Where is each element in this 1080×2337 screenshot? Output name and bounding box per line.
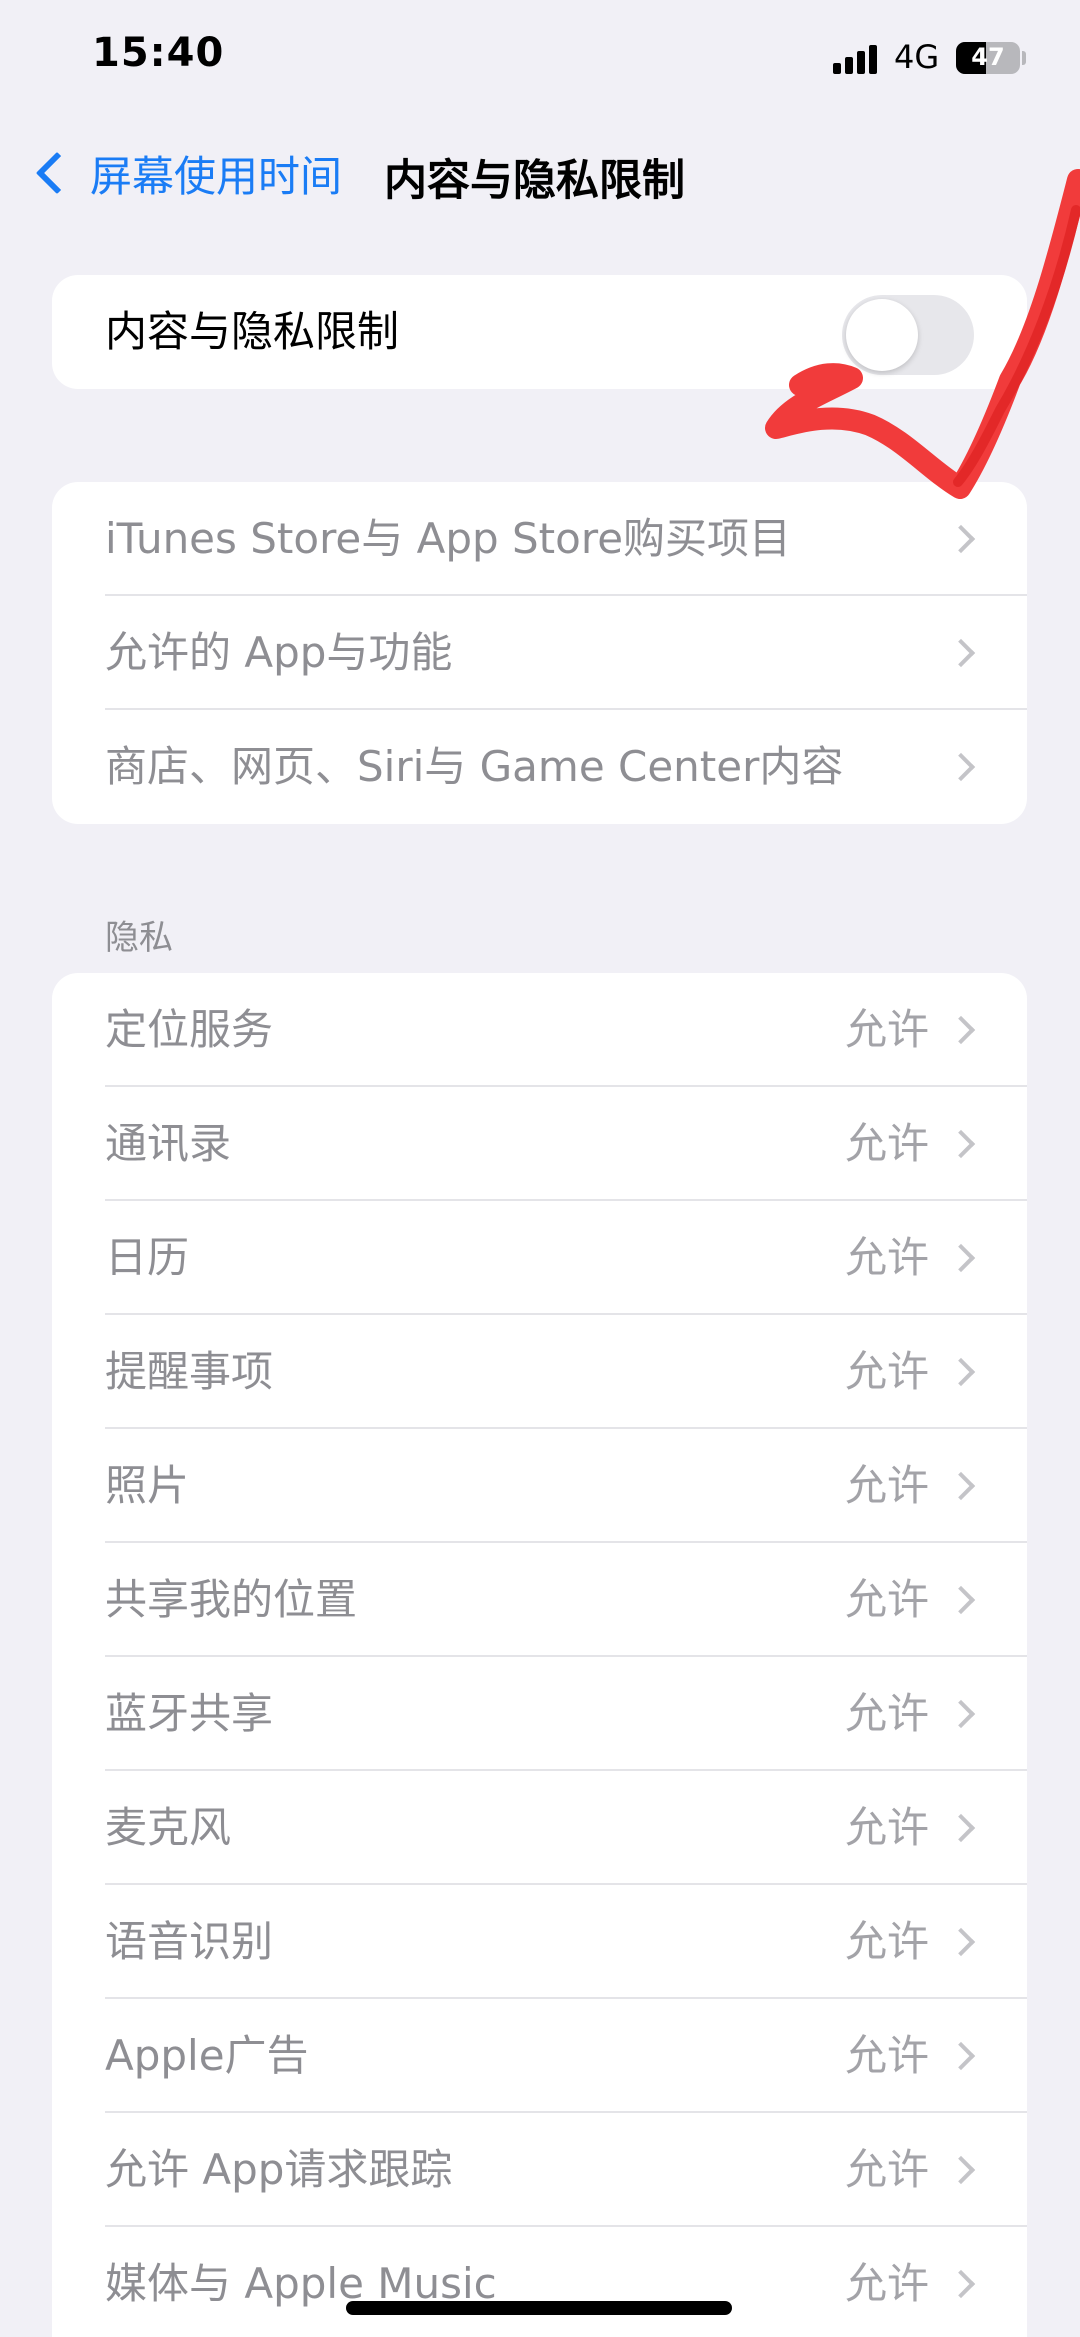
list-item[interactable]: 允许 App请求跟踪 允许 [52,2113,1027,2227]
chevron-right-icon [946,1129,976,1159]
item-label: 麦克风 [105,1803,232,1852]
item-value: 允许 [844,2259,929,2308]
screen: 15:40 4G 47 屏幕使用时间 内容与隐私限制 内容与隐私限制 iTune… [0,0,1080,2337]
item-label: 照片 [105,1461,190,1510]
item-value: 允许 [844,1347,929,1396]
item-value: 允许 [844,2145,929,2194]
list-item[interactable]: 共享我的位置 允许 [52,1543,1027,1657]
section-header-privacy: 隐私 [105,918,173,958]
list-item[interactable]: 照片 允许 [52,1429,1027,1543]
item-value: 允许 [844,1005,929,1054]
home-indicator[interactable] [346,2301,732,2315]
item-value: 允许 [844,1233,929,1282]
item-value: 允许 [844,2031,929,2080]
item-label: 蓝牙共享 [105,1689,274,1738]
master-toggle-label: 内容与隐私限制 [105,307,400,356]
battery-level: 47 [971,43,1005,71]
item-label: 共享我的位置 [105,1575,358,1624]
list-item[interactable]: iTunes Store与 App Store购买项目 [52,482,1027,596]
chevron-right-icon [946,1813,976,1843]
list-item[interactable]: 媒体与 Apple Music 允许 [52,2227,1027,2337]
chevron-right-icon [946,2269,976,2299]
chevron-right-icon [946,1927,976,1957]
list-item[interactable]: 语音识别 允许 [52,1885,1027,1999]
chevron-right-icon [946,1015,976,1045]
list-item[interactable]: Apple广告 允许 [52,1999,1027,2113]
list-item[interactable]: 允许的 App与功能 [52,596,1027,710]
content-privacy-toggle[interactable] [842,295,974,375]
list-item[interactable]: 日历 允许 [52,1201,1027,1315]
list-item[interactable]: 麦克风 允许 [52,1771,1027,1885]
page-title: 内容与隐私限制 [384,156,685,206]
list-item[interactable]: 商店、网页、Siri与 Game Center内容 [52,710,1027,824]
cellular-signal-icon [833,44,877,74]
store-section: iTunes Store与 App Store购买项目 允许的 App与功能 商… [52,482,1027,824]
list-item[interactable]: 定位服务 允许 [52,973,1027,1087]
item-value: 允许 [844,1689,929,1738]
back-label: 屏幕使用时间 [90,151,343,201]
chevron-right-icon [946,524,976,554]
chevron-right-icon [946,1585,976,1615]
status-time: 15:40 [92,30,225,76]
battery-cap [1022,51,1026,65]
toggle-knob [846,299,918,371]
item-value: 允许 [844,1461,929,1510]
chevron-right-icon [946,1471,976,1501]
item-label: 定位服务 [105,1005,274,1054]
item-label: 提醒事项 [105,1347,274,1396]
item-label: 商店、网页、Siri与 Game Center内容 [105,742,844,791]
item-value: 允许 [844,1575,929,1624]
item-label: 通讯录 [105,1119,232,1168]
chevron-right-icon [946,1243,976,1273]
item-label: Apple广告 [105,2031,309,2080]
item-label: 允许 App请求跟踪 [105,2145,453,2194]
list-item[interactable]: 通讯录 允许 [52,1087,1027,1201]
chevron-right-icon [946,638,976,668]
item-label: 日历 [105,1233,190,1282]
chevron-right-icon [946,2041,976,2071]
list-item[interactable]: 蓝牙共享 允许 [52,1657,1027,1771]
item-value: 允许 [844,1917,929,1966]
chevron-right-icon [946,2155,976,2185]
back-button[interactable]: 屏幕使用时间 [30,138,342,208]
item-label: iTunes Store与 App Store购买项目 [105,514,792,563]
privacy-section: 定位服务 允许 通讯录 允许 日历 允许 提醒事项 允许 照片 允许 共享我的位… [52,973,1027,2337]
list-item[interactable]: 提醒事项 允许 [52,1315,1027,1429]
chevron-right-icon [946,1357,976,1387]
item-value: 允许 [844,1119,929,1168]
network-type: 4G [894,38,940,76]
item-label: 媒体与 Apple Music [105,2259,497,2308]
item-value: 允许 [844,1803,929,1852]
battery-icon: 47 [956,42,1020,74]
item-label: 语音识别 [105,1917,274,1966]
chevron-right-icon [946,752,976,782]
chevron-left-icon [35,151,79,195]
item-label: 允许的 App与功能 [105,628,453,677]
master-toggle-card: 内容与隐私限制 [52,275,1027,389]
chevron-right-icon [946,1699,976,1729]
master-toggle-row: 内容与隐私限制 [52,275,1027,389]
